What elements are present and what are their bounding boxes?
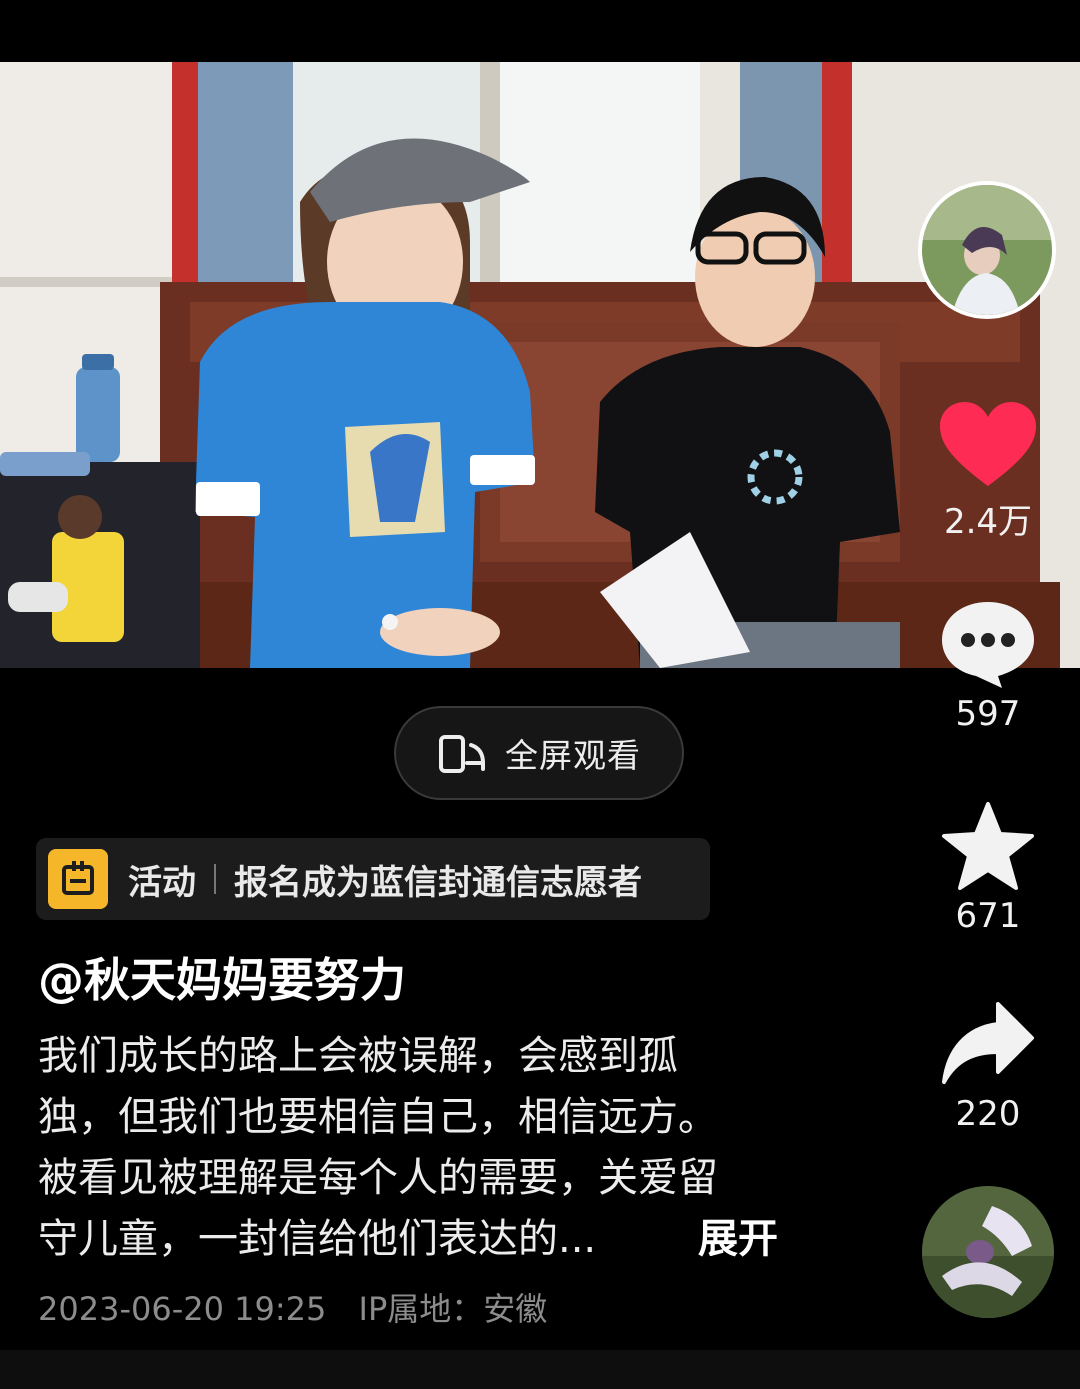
activity-title: 报名成为蓝信封通信志愿者 [234,862,642,903]
fullscreen-label: 全屏观看 [505,736,641,775]
share-count: 220 [955,1094,1021,1134]
like-button[interactable]: 2.4万 [918,400,1058,543]
comment-count: 597 [955,694,1021,734]
favorite-button[interactable]: 671 [918,800,1058,936]
favorite-count: 671 [955,896,1021,936]
like-count: 2.4万 [943,502,1033,542]
video-frame [0,62,1080,668]
video-post-screen: 2.4万 597 671 220 全屏观看 活动 报名成为蓝信封通信志愿者 @秋… [0,0,1080,1389]
expand-caption-button[interactable]: 展开 [698,1209,778,1270]
fullscreen-rotate-icon [439,735,485,773]
activity-divider [214,864,216,894]
video-player[interactable] [0,62,1080,668]
star-icon [942,802,1034,890]
caption-line: 被看见被理解是每个人的需要，关爱留 [38,1155,718,1201]
comment-button[interactable]: 597 [918,598,1058,734]
caption-line: 守儿童，一封信给他们表达的... [38,1216,597,1262]
post-date: 2023-06-20 19:25 [38,1290,327,1328]
music-cover-image [922,1186,1054,1318]
activity-banner[interactable]: 活动 报名成为蓝信封通信志愿者 [36,838,710,920]
post-caption: 我们成长的路上会被误解，会感到孤 独，但我们也要相信自己，相信远方。 被看见被理… [38,1026,798,1270]
share-arrow-icon [942,1002,1034,1084]
avatar-image [922,185,1052,315]
comment-bubble-icon [942,602,1034,688]
caption-line: 我们成长的路上会被误解，会感到孤 [38,1033,678,1079]
author-avatar[interactable] [918,181,1056,319]
heart-icon [940,402,1036,486]
post-meta: 2023-06-20 19:25 IP属地：安徽 [38,1284,569,1330]
ip-location: IP属地：安徽 [358,1290,548,1328]
author-name[interactable]: @秋天妈妈要努力 [38,944,406,1010]
activity-tag: 活动 [128,862,196,903]
share-button[interactable]: 220 [918,1000,1058,1134]
caption-line: 独，但我们也要相信自己，相信远方。 [38,1094,718,1140]
music-disc[interactable] [922,1186,1054,1318]
fullscreen-button[interactable]: 全屏观看 [394,706,684,800]
bottom-bar [0,1350,1080,1389]
activity-calendar-icon [48,849,108,909]
